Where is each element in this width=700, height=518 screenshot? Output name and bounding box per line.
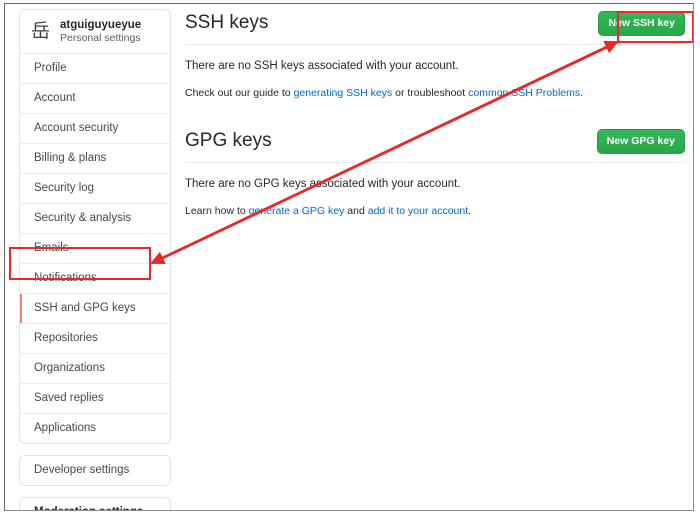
new-ssh-key-button[interactable]: New SSH key xyxy=(598,10,685,36)
sidebar-item-security-log[interactable]: Security log xyxy=(20,173,170,203)
browser-window-frame: 岳 atguiguyueyue Personal settings Profil… xyxy=(4,3,694,511)
gpg-help-middle: and xyxy=(344,205,368,217)
gpg-keys-section: GPG keys New GPG key There are no GPG ke… xyxy=(185,128,685,219)
gpg-keys-empty-message: There are no GPG keys associated with yo… xyxy=(185,178,461,190)
account-header[interactable]: 岳 atguiguyueyue Personal settings xyxy=(20,10,170,53)
avatar: 岳 xyxy=(30,21,50,42)
sidebar-group-developer: Developer settings xyxy=(19,455,171,486)
new-gpg-key-button[interactable]: New GPG key xyxy=(596,128,685,154)
gpg-keys-divider xyxy=(185,162,685,163)
sidebar-item-emails[interactable]: Emails xyxy=(20,233,170,263)
sidebar-item-security-analysis[interactable]: Security & analysis xyxy=(20,203,170,233)
sidebar-item-profile[interactable]: Profile xyxy=(20,53,170,83)
ssh-keys-empty-message: There are no SSH keys associated with yo… xyxy=(185,60,459,72)
common-ssh-problems-link[interactable]: common SSH Problems xyxy=(468,87,580,99)
gpg-keys-title: GPG keys xyxy=(185,130,272,151)
generate-gpg-key-link[interactable]: generate a GPG key xyxy=(249,205,345,217)
sidebar-item-developer-settings[interactable]: Developer settings xyxy=(20,456,170,485)
sidebar-group-moderation: Moderation settings Blocked users Intera… xyxy=(19,497,171,510)
sidebar-item-ssh-and-gpg-keys[interactable]: SSH and GPG keys xyxy=(20,293,170,323)
gpg-help-prefix: Learn how to xyxy=(185,205,249,217)
settings-sidebar: 岳 atguiguyueyue Personal settings Profil… xyxy=(19,9,171,510)
add-it-to-your-account-link[interactable]: add it to your account xyxy=(368,205,468,217)
ssh-keys-title: SSH keys xyxy=(185,12,269,33)
ssh-keys-help-text: Check out our guide to generating SSH ke… xyxy=(185,86,685,101)
sidebar-item-billing-plans[interactable]: Billing & plans xyxy=(20,143,170,173)
settings-main-content: SSH keys New SSH key There are no SSH ke… xyxy=(185,10,685,219)
sidebar-item-account-security[interactable]: Account security xyxy=(20,113,170,143)
gpg-keys-header: GPG keys New GPG key xyxy=(185,128,685,162)
sidebar-item-moderation-settings[interactable]: Moderation settings xyxy=(20,498,170,510)
sidebar-item-applications[interactable]: Applications xyxy=(20,413,170,443)
sidebar-item-repositories[interactable]: Repositories xyxy=(20,323,170,353)
ssh-help-middle: or troubleshoot xyxy=(392,87,469,99)
ssh-keys-header: SSH keys New SSH key xyxy=(185,10,685,44)
ssh-help-prefix: Check out our guide to xyxy=(185,87,294,99)
sidebar-item-notifications[interactable]: Notifications xyxy=(20,263,170,293)
account-meta: atguiguyueyue Personal settings xyxy=(60,18,141,45)
ssh-keys-section: SSH keys New SSH key There are no SSH ke… xyxy=(185,10,685,101)
gpg-help-suffix: . xyxy=(468,205,472,217)
account-subtitle: Personal settings xyxy=(60,32,141,44)
sidebar-item-saved-replies[interactable]: Saved replies xyxy=(20,383,170,413)
sidebar-item-organizations[interactable]: Organizations xyxy=(20,353,170,383)
settings-page: 岳 atguiguyueyue Personal settings Profil… xyxy=(5,4,693,510)
sidebar-group-primary: 岳 atguiguyueyue Personal settings Profil… xyxy=(19,9,171,444)
generating-ssh-keys-link[interactable]: generating SSH keys xyxy=(294,87,393,99)
gpg-keys-help-text: Learn how to generate a GPG key and add … xyxy=(185,204,685,219)
account-username: atguiguyueyue xyxy=(60,19,142,31)
ssh-help-suffix: . xyxy=(580,87,584,99)
sidebar-item-account[interactable]: Account xyxy=(20,83,170,113)
ssh-keys-divider xyxy=(185,44,685,45)
